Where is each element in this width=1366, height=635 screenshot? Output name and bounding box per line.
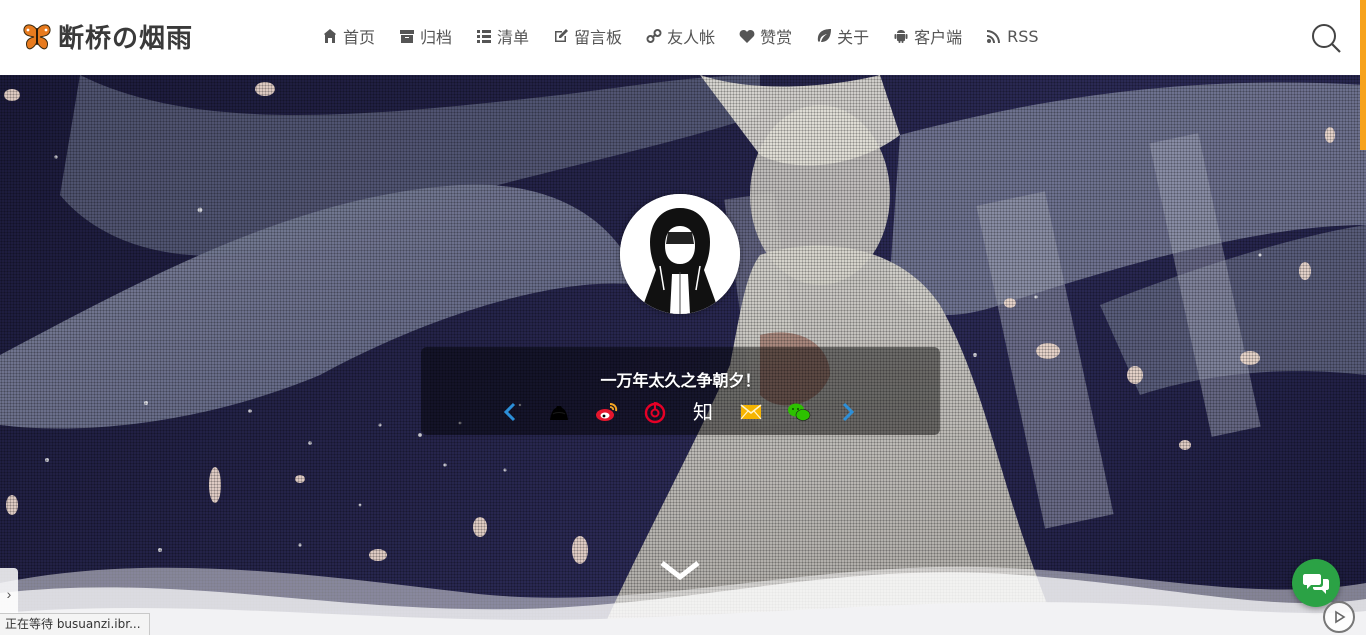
nav-item-donate[interactable]: 赞赏 [739, 24, 792, 48]
chevron-right-icon: › [6, 586, 12, 602]
nav-item-home[interactable]: 首页 [322, 24, 375, 48]
site-brand[interactable]: 断桥の烟雨 [22, 18, 193, 55]
list-icon [477, 30, 492, 43]
main-nav: 首页 归档 清单 留言板 友人帐 赞赏 关于 客户端 RSS [322, 24, 1039, 48]
nav-label-guestbook: 留言板 [574, 28, 623, 47]
zhihu-icon: 知 [693, 400, 713, 424]
chat-button[interactable] [1292, 559, 1340, 607]
status-text: 正在等待 busuanzi.ibr... [5, 617, 141, 631]
archive-icon [400, 30, 415, 43]
nav-label-list: 清单 [497, 28, 530, 47]
nav-label-rss: RSS [1007, 26, 1039, 46]
chevron-down-icon [660, 561, 700, 581]
nav-label-home: 首页 [343, 28, 376, 47]
edit-icon [555, 29, 569, 42]
browser-status-bar: 正在等待 busuanzi.ibr... [0, 613, 150, 635]
scroll-down-button[interactable] [660, 559, 700, 581]
music-player-button[interactable] [1323, 601, 1355, 633]
site-title[interactable]: 断桥の烟雨 [58, 18, 193, 55]
home-icon [324, 29, 336, 43]
nav-label-archive: 归档 [420, 28, 453, 47]
play-icon [1335, 610, 1346, 624]
netease-music-icon [644, 401, 666, 424]
nav-item-friends[interactable]: 友人帐 [646, 24, 715, 48]
wechat-icon [788, 403, 811, 421]
social-zhihu-link[interactable]: 知 [690, 399, 716, 425]
nav-item-rss[interactable]: RSS [986, 26, 1039, 46]
social-github-link[interactable] [546, 399, 572, 425]
nav-label-friends: 友人帐 [667, 28, 716, 47]
android-icon [894, 30, 908, 43]
nav-label-about: 关于 [837, 28, 870, 47]
nav-label-client: 客户端 [914, 28, 963, 47]
mail-icon [740, 404, 762, 420]
social-next-button[interactable] [834, 399, 860, 425]
avatar[interactable] [620, 194, 740, 314]
nav-item-about[interactable]: 关于 [816, 24, 869, 48]
site-header: 断桥の烟雨 首页 归档 清单 留言板 友人帐 赞赏 关于 客户端 RSS [0, 0, 1366, 75]
motto-text: 一万年太久之争朝夕！ [600, 371, 761, 390]
info-card: 一万年太久之争朝夕！ 知 [421, 347, 940, 435]
scroll-progress-indicator [1360, 0, 1366, 150]
weibo-icon [596, 403, 618, 421]
social-email-link[interactable] [738, 399, 764, 425]
rss-icon [987, 30, 1001, 43]
butterfly-icon [23, 23, 51, 49]
social-weibo-link[interactable] [594, 399, 620, 425]
github-icon [550, 406, 568, 420]
social-wechat-link[interactable] [786, 399, 812, 425]
chat-bubbles-icon [1303, 574, 1329, 594]
nav-item-archive[interactable]: 归档 [399, 24, 452, 48]
chevron-left-icon [503, 402, 516, 422]
nav-item-guestbook[interactable]: 留言板 [553, 24, 622, 48]
nav-item-list[interactable]: 清单 [476, 24, 529, 48]
link-icon [646, 29, 662, 43]
heart-icon [739, 30, 755, 43]
search-icon [1312, 24, 1341, 53]
nav-label-donate: 赞赏 [760, 28, 793, 47]
hooded-figure-avatar [620, 194, 740, 314]
leaf-icon [817, 29, 832, 42]
search-button[interactable] [1310, 22, 1342, 54]
social-prev-button[interactable] [498, 399, 524, 425]
social-links: 知 [421, 399, 940, 425]
nav-item-client[interactable]: 客户端 [893, 24, 962, 48]
hero-banner: 一万年太久之争朝夕！ 知 [0, 75, 1366, 635]
social-netease-music-link[interactable] [642, 399, 668, 425]
chevron-right-icon [842, 402, 855, 422]
